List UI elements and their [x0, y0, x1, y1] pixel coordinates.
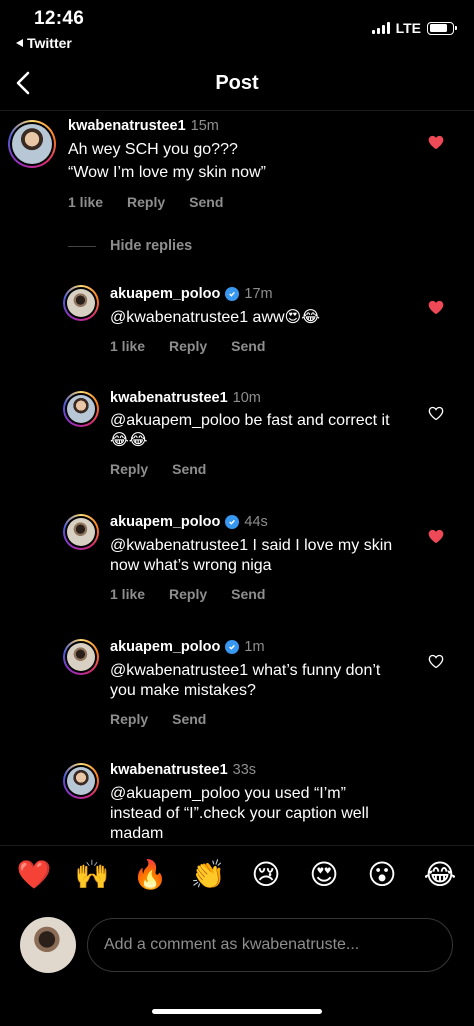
heart-filled-icon[interactable] [428, 529, 444, 544]
heart-outline-icon[interactable] [428, 406, 444, 421]
likes-count[interactable]: 1 like [110, 586, 145, 602]
comment-time: 10m [232, 390, 261, 406]
comment-text: @akuapem_poloo be fast and correct it 😂😂 [110, 412, 390, 449]
status-time: 12:46 [34, 8, 85, 29]
reply-button[interactable]: Reply [127, 194, 165, 210]
reply-button[interactable]: Reply [110, 711, 148, 727]
avatar[interactable] [63, 391, 99, 427]
comment-time: 17m [244, 286, 273, 302]
comment-username[interactable]: kwabenatrustee1 [68, 118, 186, 134]
comment-time: 1m [244, 639, 265, 655]
comment-text: @kwabenatrustee1 what’s funny don’t you … [110, 662, 381, 699]
heart-filled-icon[interactable] [428, 300, 444, 315]
send-button[interactable]: Send [189, 194, 223, 210]
comment-text: @kwabenatrustee1 aww😍😂 [110, 309, 320, 326]
comment-text: @akuapem_poloo you used “I’m” instead of… [110, 785, 369, 842]
send-button[interactable]: Send [172, 711, 206, 727]
header: Post [0, 62, 474, 106]
emoji-laugh-cry-button[interactable]: 😂 [422, 858, 458, 891]
heart-outline-icon[interactable] [428, 654, 444, 669]
emoji-bar-divider [0, 845, 474, 846]
emoji-raised-hands-button[interactable]: 🙌 [74, 858, 110, 891]
reply-button[interactable]: Reply [169, 338, 207, 354]
heart-filled-icon[interactable] [428, 135, 444, 150]
comment-username[interactable]: kwabenatrustee1 [110, 762, 228, 778]
comment-text-line: Ah wey SCH you go??? [68, 141, 238, 158]
comment-composer[interactable] [87, 918, 453, 972]
header-divider [0, 110, 474, 111]
likes-count[interactable]: 1 like [110, 338, 145, 354]
comment-text-line: “Wow I’m love my skin now” [68, 164, 266, 181]
emoji-heart-eyes-button[interactable]: 😍 [306, 858, 342, 891]
reply-button[interactable]: Reply [169, 586, 207, 602]
back-app-label: Twitter [27, 35, 72, 51]
home-indicator[interactable] [152, 1009, 322, 1014]
comment-username[interactable]: akuapem_poloo [110, 639, 220, 655]
avatar[interactable] [63, 285, 99, 321]
comment-input[interactable] [88, 919, 452, 971]
comment-time: 15m [190, 118, 219, 134]
avatar[interactable] [63, 639, 99, 675]
verified-badge-icon [225, 515, 240, 529]
back-to-app-link[interactable]: Twitter [16, 35, 72, 51]
emoji-surprised-button[interactable]: 😮 [364, 858, 400, 891]
send-button[interactable]: Send [231, 338, 265, 354]
emoji-cry-button[interactable]: 😢 [248, 858, 284, 891]
hide-replies-label: Hide replies [110, 238, 193, 254]
back-triangle-icon [16, 39, 23, 47]
emoji-heart-button[interactable]: ❤️ [16, 858, 52, 891]
comment-username[interactable]: akuapem_poloo [110, 286, 220, 302]
emoji-clap-button[interactable]: 👏 [190, 858, 226, 891]
avatar[interactable] [63, 763, 99, 799]
likes-count[interactable]: 1 like [68, 194, 103, 210]
comment-time: 33s [232, 762, 257, 778]
hide-replies-toggle[interactable]: Hide replies [68, 238, 192, 254]
send-button[interactable]: Send [231, 586, 265, 602]
page-title: Post [215, 72, 259, 94]
avatar[interactable] [8, 120, 56, 168]
comment-username[interactable]: kwabenatrustee1 [110, 390, 228, 406]
comment-text: @kwabenatrustee1 I said I love my skin n… [110, 537, 393, 574]
send-button[interactable]: Send [172, 461, 206, 477]
current-user-avatar [20, 917, 76, 973]
status-indicators: LTE [371, 20, 457, 36]
comment-username[interactable]: akuapem_poloo [110, 514, 220, 530]
divider-line [68, 245, 96, 247]
emoji-quick-bar: ❤️ 🙌 🔥 👏 😢 😍 😮 😂 [16, 858, 458, 891]
verified-badge-icon [225, 640, 240, 654]
verified-badge-icon [225, 287, 240, 301]
status-bar: 12:46 Twitter LTE [0, 0, 474, 56]
reply-button[interactable]: Reply [110, 461, 148, 477]
comment-time: 44s [244, 514, 268, 530]
signal-icon [371, 22, 390, 34]
network-label: LTE [395, 20, 421, 36]
battery-icon [427, 21, 457, 35]
avatar[interactable] [63, 514, 99, 550]
emoji-fire-button[interactable]: 🔥 [132, 858, 168, 891]
